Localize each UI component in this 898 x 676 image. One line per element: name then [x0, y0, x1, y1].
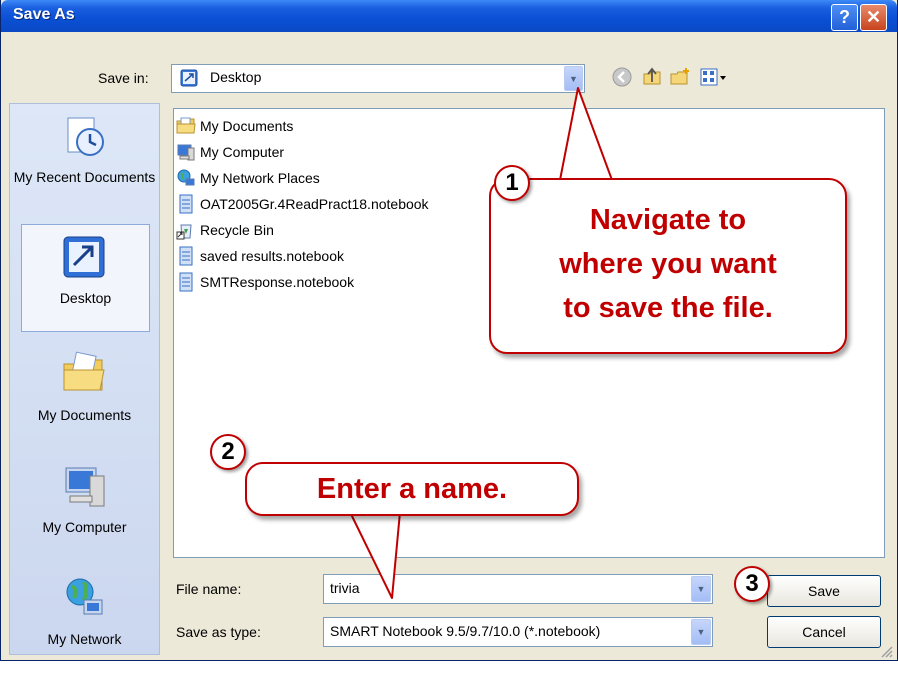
callout-line: Navigate to [589, 204, 747, 236]
callout-line: where you want [559, 248, 777, 280]
step-number-1: 1 [494, 165, 530, 201]
callout-navigate: Navigate to where you want to save the f… [489, 178, 847, 354]
callout-line: Enter a name. [316, 473, 508, 505]
callout-enter-name: Enter a name. [245, 462, 579, 516]
step-number-3: 3 [734, 566, 770, 602]
callout-line: to save the file. [563, 292, 773, 324]
step-number-2: 2 [210, 434, 246, 470]
